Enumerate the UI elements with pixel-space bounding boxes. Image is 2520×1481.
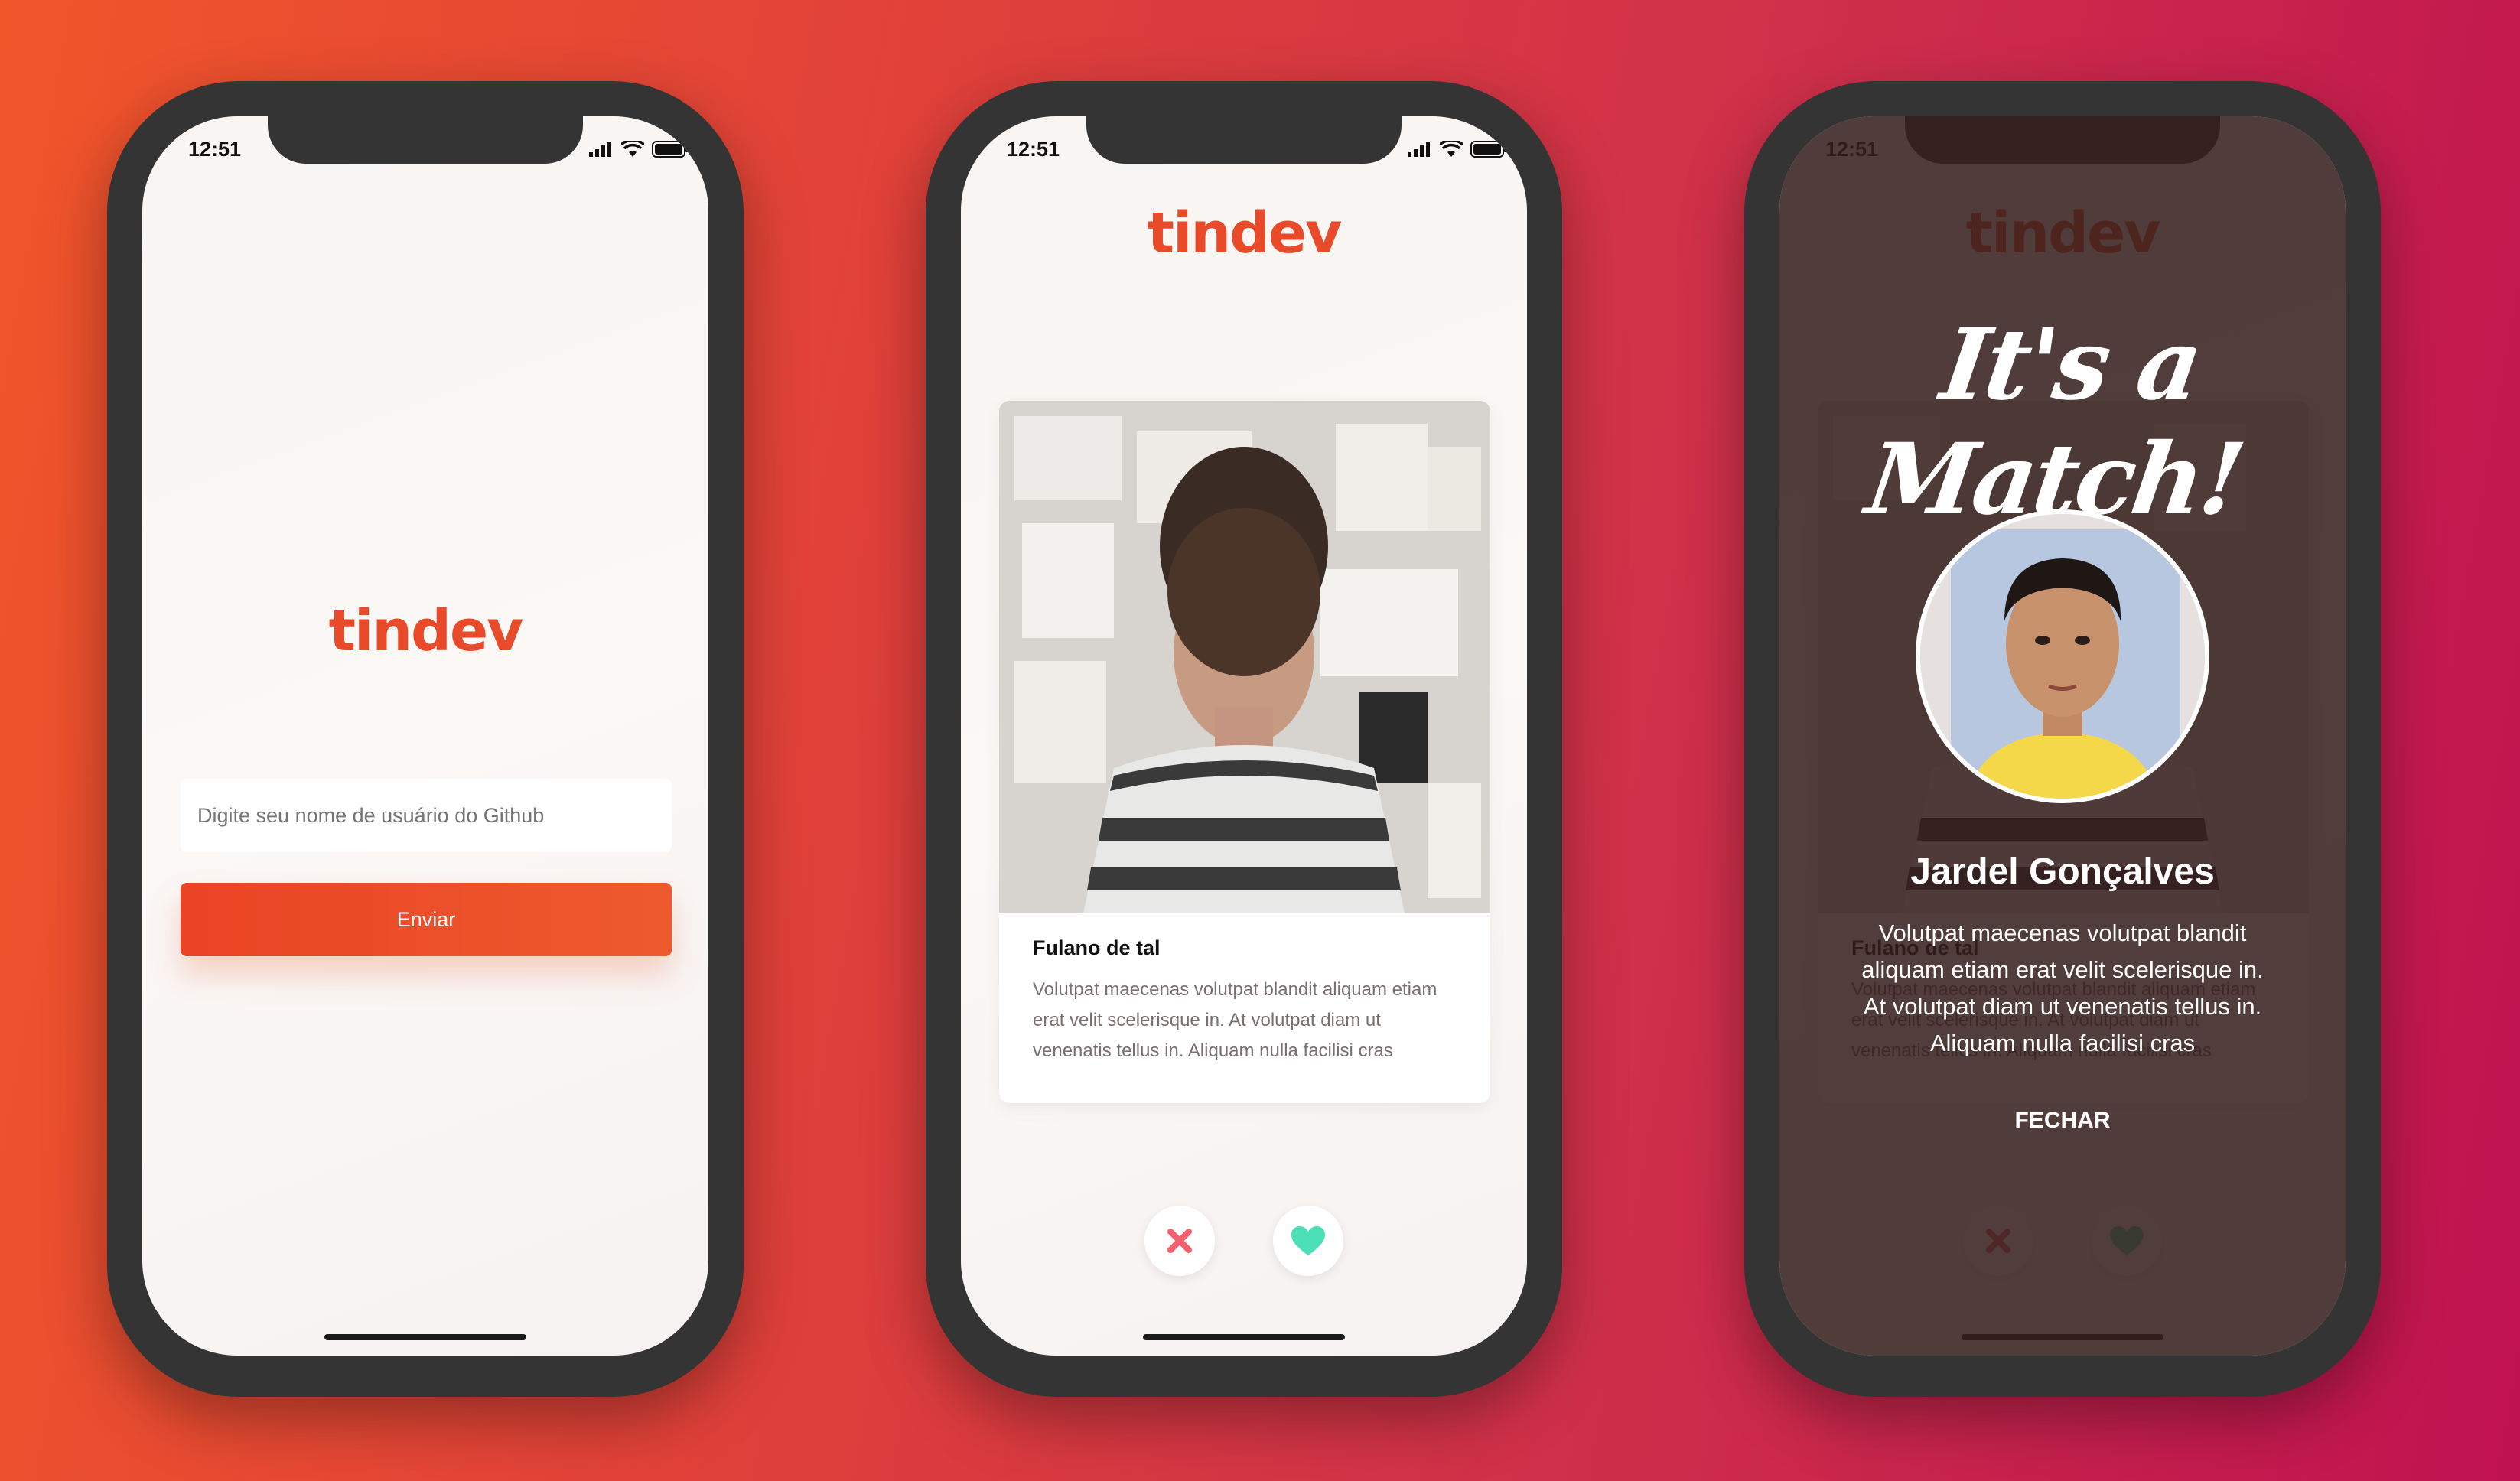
card-name: Fulano de tal bbox=[1033, 936, 1161, 959]
app-logo: tindev bbox=[328, 598, 524, 664]
battery-icon bbox=[1470, 141, 1506, 158]
home-indicator[interactable] bbox=[1143, 1334, 1345, 1340]
app-logo[interactable]: tindev bbox=[961, 200, 1527, 266]
dislike-button[interactable] bbox=[1144, 1206, 1215, 1276]
home-indicator[interactable] bbox=[324, 1334, 526, 1340]
match-screen: 12:51 tindev Fulano de tal Volutpat maec… bbox=[1779, 116, 2346, 1356]
main-screen: 12:51 tindev Fulano de tal Volutpat maec… bbox=[961, 116, 1527, 1356]
wifi-icon bbox=[621, 141, 644, 157]
signal-icon bbox=[589, 142, 611, 157]
profile-card[interactable]: Fulano de tal Volutpat maecenas volutpat… bbox=[999, 401, 1490, 1103]
heart-icon bbox=[1291, 1226, 1325, 1255]
signal-icon bbox=[1408, 142, 1430, 157]
status-time: 12:51 bbox=[188, 138, 242, 161]
status-time: 12:51 bbox=[1007, 138, 1060, 161]
profile-photo bbox=[999, 401, 1490, 913]
match-title: It's a Match! bbox=[1860, 308, 2249, 537]
phone-login: 12:51 tindev Enviar bbox=[107, 81, 744, 1397]
phone-match: 12:51 tindev Fulano de tal Volutpat maec… bbox=[1744, 81, 2381, 1397]
battery-icon bbox=[652, 141, 688, 158]
wifi-icon bbox=[1440, 141, 1463, 157]
match-bio: Volutpat maecenas volutpat blandit aliqu… bbox=[1861, 920, 2264, 1056]
match-avatar bbox=[1916, 509, 2209, 803]
match-name: Jardel Gonçalves bbox=[1910, 851, 2215, 892]
notch bbox=[268, 116, 583, 164]
x-icon bbox=[1167, 1229, 1192, 1253]
phone-main: 12:51 tindev Fulano de tal Volutpat maec… bbox=[926, 81, 1562, 1397]
status-icons bbox=[1408, 141, 1507, 158]
send-button[interactable]: Enviar bbox=[181, 883, 672, 956]
like-button[interactable] bbox=[1273, 1206, 1343, 1276]
login-screen: 12:51 tindev Enviar bbox=[142, 116, 708, 1356]
card-bio: Volutpat maecenas volutpat blandit aliqu… bbox=[1033, 979, 1437, 1061]
status-icons bbox=[589, 141, 689, 158]
github-username-input[interactable] bbox=[181, 779, 672, 852]
match-overlay: It's a Match! Jardel Gonçalves Volutpat … bbox=[1779, 116, 2346, 1356]
close-button[interactable]: FECHAR bbox=[1779, 1108, 2346, 1134]
notch bbox=[1086, 116, 1402, 164]
